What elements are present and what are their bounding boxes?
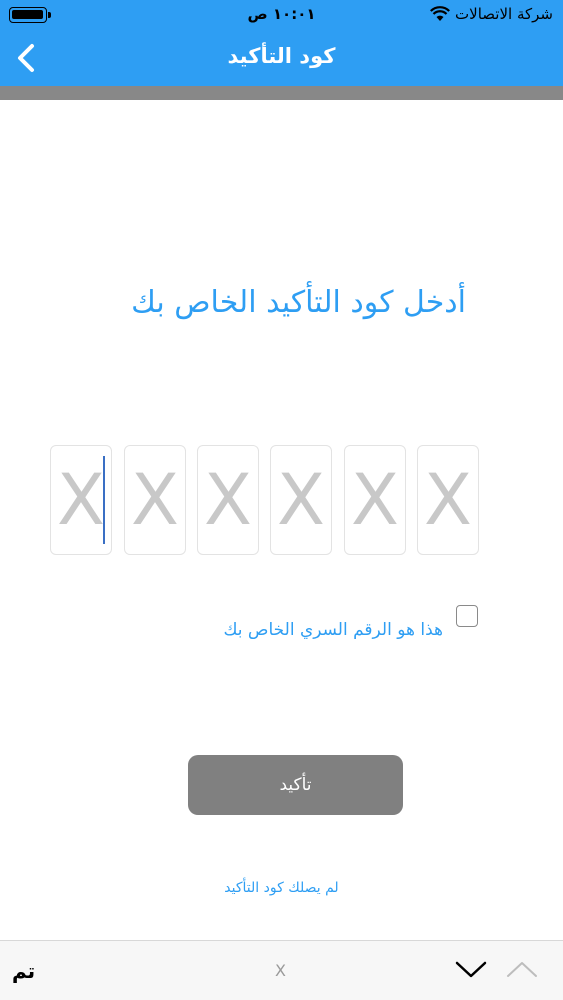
keyboard-toolbar: تم X	[0, 940, 563, 1000]
pin-checkbox-label[interactable]: هذا هو الرقم السري الخاص بك	[150, 620, 443, 640]
code-digit-input-1[interactable]: X	[50, 445, 112, 555]
chevron-up-icon[interactable]	[505, 959, 539, 981]
wifi-icon	[430, 6, 450, 21]
toolbar-placeholder: X	[275, 961, 286, 980]
code-digit-input-4[interactable]: X	[270, 445, 332, 555]
code-digit-input-3[interactable]: X	[197, 445, 259, 555]
confirm-button[interactable]: تأكيد	[188, 755, 403, 815]
code-digit-input-5[interactable]: X	[344, 445, 406, 555]
code-digit-input-6[interactable]: X	[417, 445, 479, 555]
status-bar: ١٠:٠١ ص شركة الاتصالات	[0, 0, 563, 30]
nav-bar: كود التأكيد	[0, 30, 563, 86]
page-title: كود التأكيد	[227, 44, 336, 68]
instruction-heading: أدخل كود التأكيد الخاص بك	[131, 285, 466, 320]
chevron-down-icon[interactable]	[454, 959, 488, 981]
done-button[interactable]: تم	[12, 959, 35, 983]
carrier-name: شركة الاتصالات	[455, 5, 553, 23]
code-digit-input-2[interactable]: X	[124, 445, 186, 555]
resend-code-link[interactable]: لم يصلك كود التأكيد	[0, 880, 563, 896]
code-input-row: X X X X X X	[50, 445, 480, 555]
header-divider	[0, 86, 563, 100]
pin-checkbox[interactable]	[456, 605, 478, 627]
